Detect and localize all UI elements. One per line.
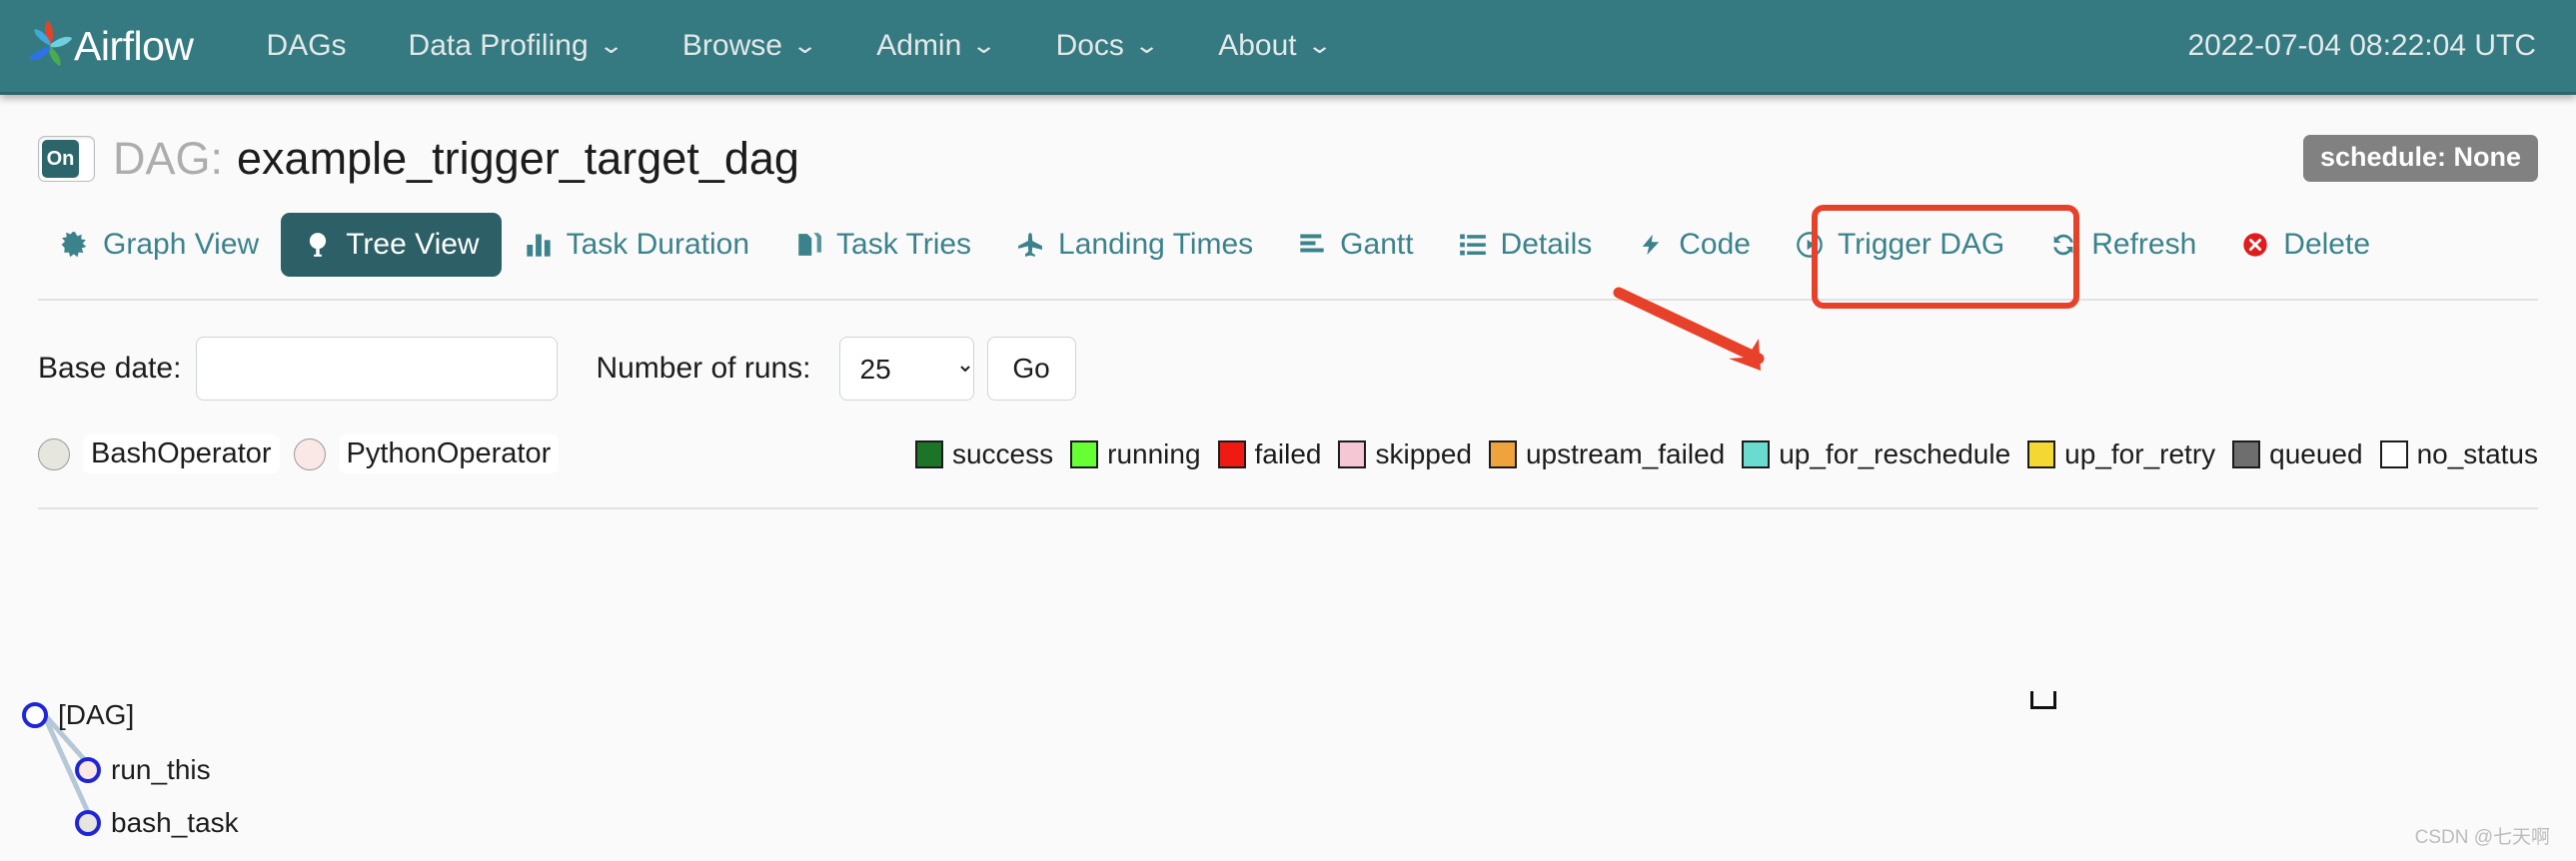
delete-circle-x-icon [2240,230,2270,260]
tab-label: Trigger DAG [1837,228,2005,261]
tab-task-duration[interactable]: Task Duration [502,213,771,277]
tree-node-bash-task[interactable]: bash_task [75,807,239,839]
tab-trigger-dag[interactable]: Trigger DAG [1773,213,2026,277]
tree-node-run-this[interactable]: run_this [75,754,211,786]
tab-code[interactable]: Code [1614,213,1773,277]
tab-label: Details [1500,228,1593,261]
dag-view-tabs: Graph View Tree View Task Duration Task … [38,205,2538,309]
status-skipped: skipped [1338,438,1472,470]
tab-refresh[interactable]: Refresh [2026,213,2218,277]
tree-node-circle [75,810,101,836]
nav-item-about[interactable]: About ⌄ [1187,29,1360,63]
tree-node-label: run_this [111,754,211,785]
status-color-swatch [1742,439,1771,468]
navbar-links: DAGs Data Profiling ⌄ Browse ⌄ Admin ⌄ D… [236,29,1360,63]
task-tries-icon [793,230,823,260]
nav-item-docs[interactable]: Docs ⌄ [1025,29,1188,63]
legend-row: BashOperator PythonOperator success runn… [38,434,2538,509]
tree-node-dag[interactable]: [DAG] [22,699,134,731]
chevron-down-icon: ⌄ [598,31,625,58]
status-success: success [914,437,1054,470]
nav-item-label: Admin [876,29,962,62]
chevron-down-icon: ⌄ [1133,31,1160,58]
status-running: running [1070,437,1201,470]
tab-task-tries[interactable]: Task Tries [771,213,993,277]
tree-node-circle [75,757,101,783]
nav-item-label: Data Profiling [408,29,589,62]
status-up-for-retry: up_for_retry [2027,438,2215,470]
status-color-swatch [914,439,943,468]
status-label: queued [2269,437,2363,469]
utc-clock: 2022-07-04 08:22:04 UTC [2187,29,2536,62]
nav-item-data-profiling[interactable]: Data Profiling ⌄ [378,29,651,63]
tab-label: Gantt [1340,228,1414,261]
status-label: upstream_failed [1525,437,1726,469]
status-color-swatch [2027,439,2056,468]
status-label: skipped [1375,437,1472,469]
status-queued: queued [2232,437,2363,470]
chevron-down-icon: ⌄ [791,31,818,58]
tab-label: Refresh [2091,228,2197,261]
bolt-icon [1636,230,1666,260]
nav-item-label: Browse [681,29,782,62]
nav-item-browse[interactable]: Browse ⌄ [651,29,845,63]
tree-node-label: [DAG] [58,699,135,730]
tab-gantt[interactable]: Gantt [1275,213,1435,277]
tree-edges [42,713,95,823]
nav-item-label: Docs [1055,29,1124,62]
plane-icon [1015,230,1045,260]
status-color-swatch [1338,439,1367,468]
tree-node-circle [22,702,48,728]
watermark-text: CSDN @七天啊 [2414,827,2550,848]
status-color-swatch [1070,439,1099,468]
nav-item-label: About [1218,29,1297,62]
status-no-status: no_status [2379,437,2538,470]
status-label: running [1107,437,1201,469]
number-of-runs-label: Number of runs: [596,352,811,385]
play-circle-icon [1795,230,1825,260]
status-label: up_for_reschedule [1779,437,2011,469]
tab-label: Delete [2283,228,2370,261]
tree-controls-form: Base date: Number of runs: 52550100365 G… [38,301,2538,434]
status-color-swatch [2379,439,2408,468]
status-up-for-reschedule: up_for_reschedule [1742,438,2010,470]
status-label: failed [1254,437,1322,469]
list-icon [1458,230,1488,260]
status-color-swatch [1217,439,1246,468]
status-label: success [951,437,1054,469]
status-label: no_status [2416,437,2538,469]
bar-chart-icon [524,230,554,260]
tab-label: Landing Times [1058,228,1254,261]
status-upstream-failed: upstream_failed [1488,437,1726,470]
chevron-down-icon: ⌄ [1306,31,1333,58]
tab-landing-times[interactable]: Landing Times [993,213,1275,277]
chevron-down-icon: ⌄ [970,31,997,58]
nav-item-admin[interactable]: Admin ⌄ [845,29,1024,63]
status-label: up_for_retry [2064,437,2216,469]
status-color-swatch [2232,439,2261,468]
schedule-badge: schedule: None [2302,135,2538,182]
tab-label: Task Tries [836,228,972,261]
status-failed: failed [1217,437,1322,470]
dag-title-row: On DAG: example_trigger_target_dag sched… [38,95,2538,185]
status-color-swatch [1488,439,1517,468]
status-legend: success running failed skipped upstream_… [914,437,2538,470]
tab-label: Task Duration [566,228,750,261]
tree-column-bracket-marker [2030,691,2056,709]
tree-node-label: bash_task [111,807,239,838]
go-button[interactable]: Go [986,337,1076,401]
refresh-icon [2048,230,2078,260]
tab-label: Code [1679,228,1751,261]
tab-delete[interactable]: Delete [2218,213,2392,277]
tab-details[interactable]: Details [1436,213,1615,277]
gantt-icon [1297,230,1327,260]
number-of-runs-select[interactable]: 52550100365 [838,337,974,401]
